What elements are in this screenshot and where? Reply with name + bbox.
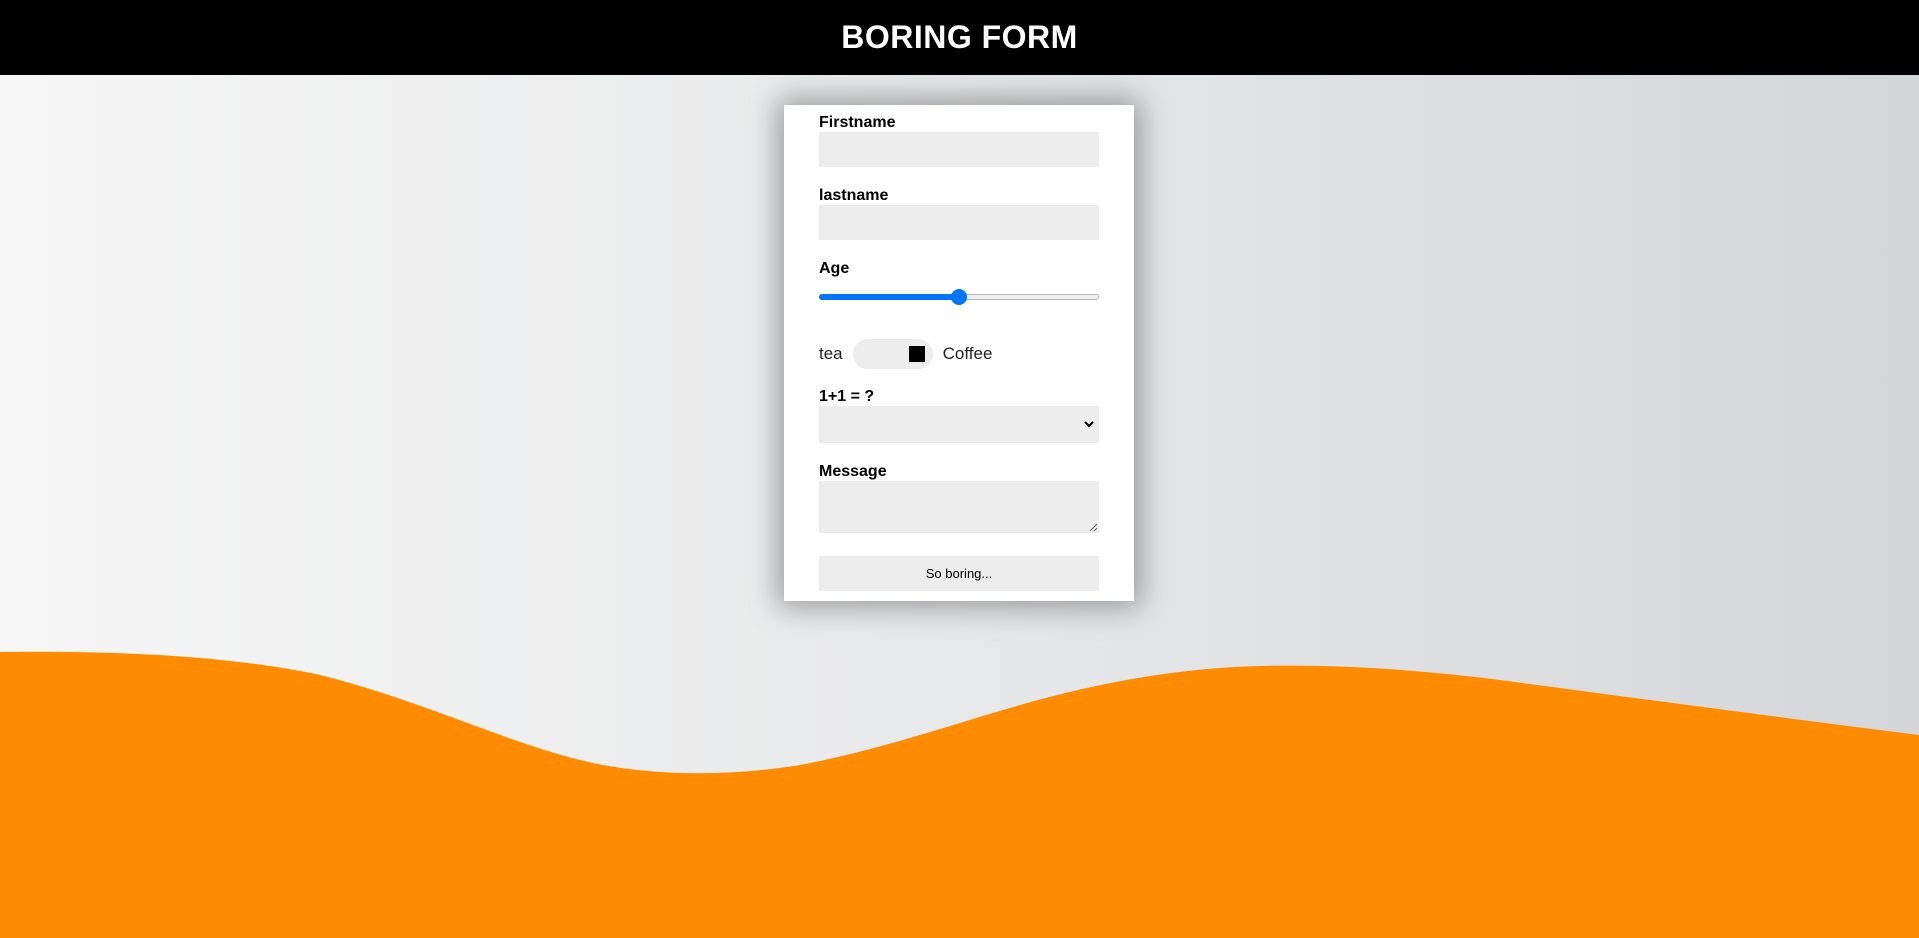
toggle-right-label: Coffee — [942, 344, 993, 363]
firstname-input[interactable] — [819, 132, 1099, 167]
page-header: BORING FORM — [0, 0, 1919, 75]
message-textarea[interactable] — [819, 481, 1099, 533]
resize-grip-icon[interactable] — [1089, 523, 1098, 532]
age-label: Age — [819, 260, 850, 277]
age-slider-fill — [819, 294, 959, 300]
age-slider[interactable] — [819, 289, 1099, 305]
math-answer-select[interactable] — [819, 406, 1099, 443]
page-title: BORING FORM — [841, 19, 1078, 55]
toggle-left-label: tea — [819, 344, 843, 363]
submit-button[interactable]: So boring... — [819, 556, 1099, 591]
message-label: Message — [819, 463, 887, 480]
lastname-input[interactable] — [819, 205, 1099, 240]
firstname-label: Firstname — [819, 114, 896, 131]
age-slider-thumb[interactable] — [951, 289, 967, 305]
boring-form: Firstname lastname Age tea Coffee 1+1 = … — [784, 105, 1134, 601]
math-question-label: 1+1 = ? — [819, 388, 875, 405]
chevron-down-icon — [1084, 421, 1094, 428]
drink-toggle-row: tea Coffee — [819, 339, 992, 369]
tea-coffee-toggle[interactable] — [852, 339, 933, 369]
lastname-label: lastname — [819, 187, 889, 204]
toggle-knob — [908, 346, 925, 362]
